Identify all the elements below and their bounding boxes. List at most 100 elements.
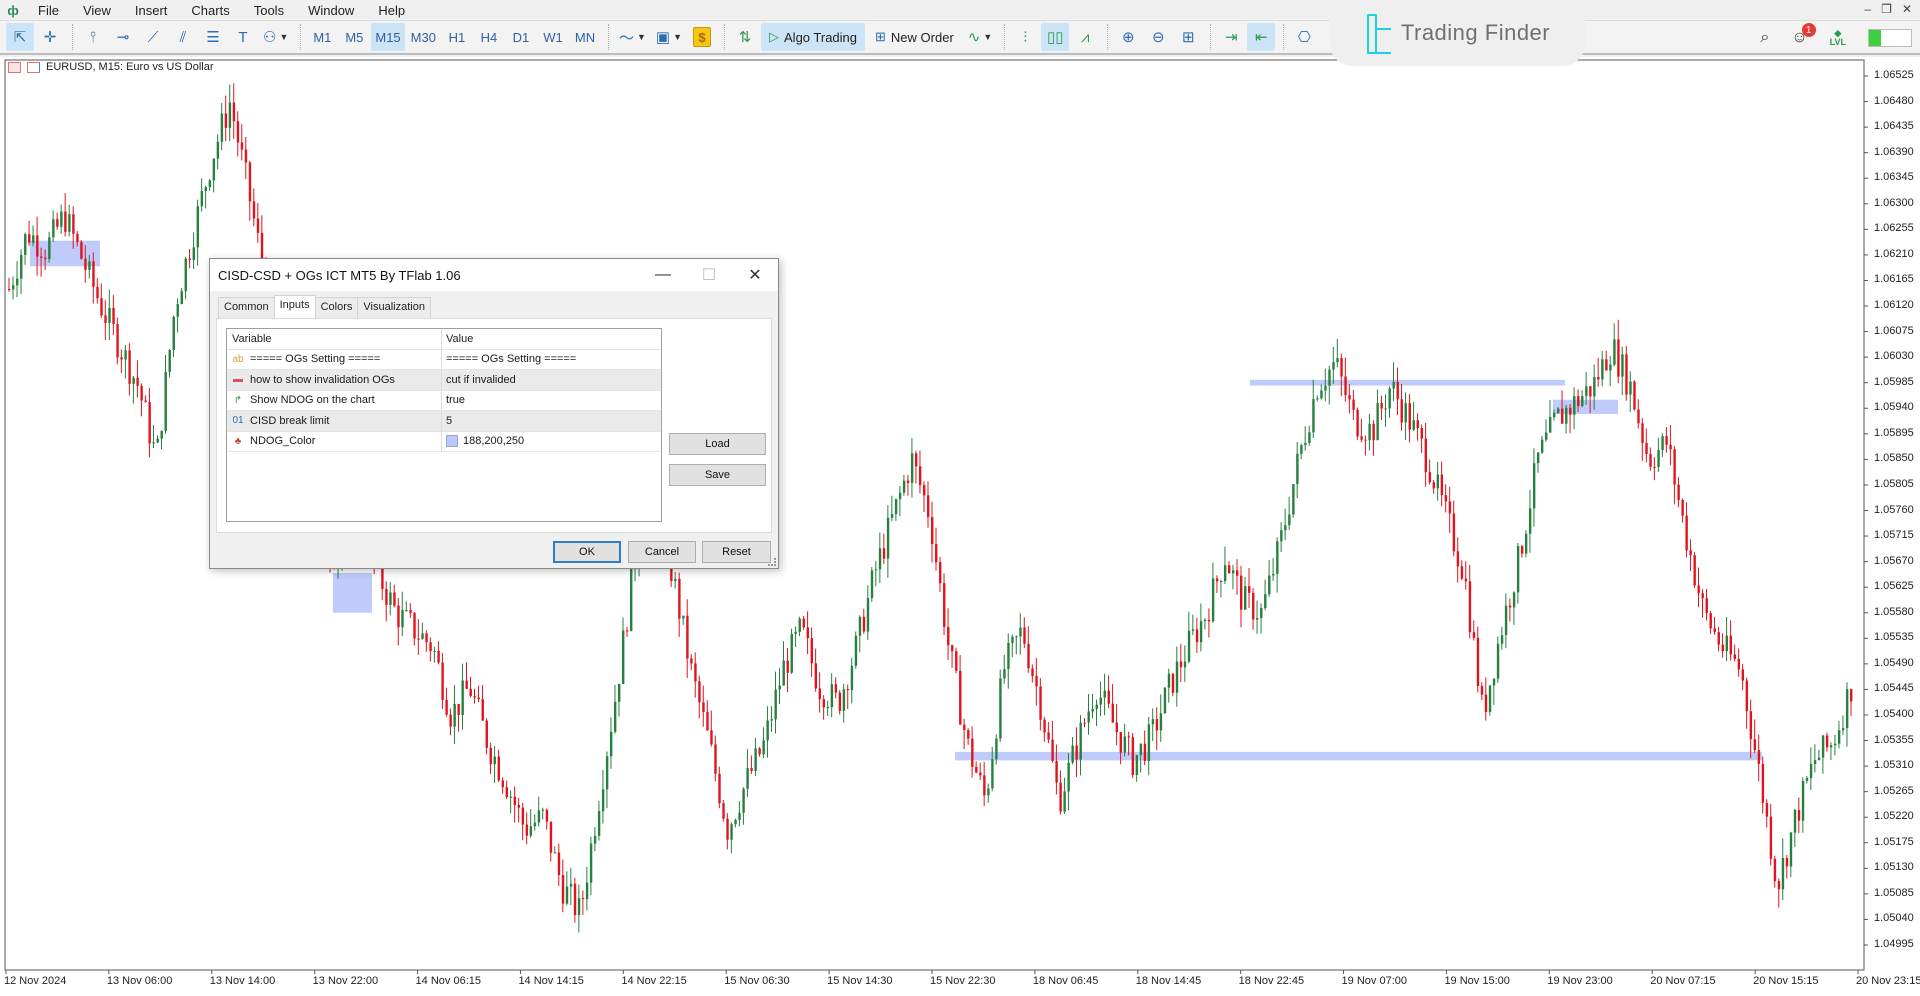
new-order-button[interactable]: ⊞ New Order <box>867 23 962 51</box>
level-indicator[interactable]: ◆ LVL <box>1830 29 1846 47</box>
bear-candle <box>1043 719 1046 733</box>
tab-inputs[interactable]: Inputs <box>273 295 316 318</box>
menu-file[interactable]: File <box>26 3 71 18</box>
bull-candle <box>874 569 878 571</box>
search-button[interactable]: ⌕ <box>1760 29 1769 47</box>
market-button[interactable]: $ <box>688 23 716 51</box>
variable-value[interactable]: 188,200,250 <box>463 435 524 447</box>
one-click-trading-button[interactable]: ⇅ <box>731 23 759 51</box>
bear-candle <box>136 377 139 386</box>
bull-candle <box>1103 690 1106 698</box>
bear-candle <box>951 645 954 652</box>
account-button[interactable]: ☺ 1 <box>1791 23 1816 47</box>
column-header-variable[interactable]: Variable <box>227 329 442 349</box>
channel-button[interactable]: ⫽ <box>169 23 197 51</box>
autoscroll-button[interactable]: ⇥ <box>1217 23 1245 51</box>
bull-candle <box>164 371 167 431</box>
bar-chart-button[interactable]: ⫶ <box>1011 23 1039 51</box>
resize-grip[interactable] <box>768 558 776 566</box>
table-row[interactable]: 01 CISD break limit 5 <box>227 411 661 432</box>
candlestick-chart-button[interactable]: ▯▯ <box>1041 23 1070 51</box>
table-row[interactable]: ↱ Show NDOG on the chart true <box>227 390 661 411</box>
bull-candle <box>565 886 569 904</box>
tile-windows-button[interactable]: ⊞ <box>1174 23 1202 51</box>
color-swatch[interactable] <box>446 435 458 448</box>
bear-candle <box>549 821 553 853</box>
table-row[interactable]: ♣ NDOG_Color 188,200,250 <box>227 431 661 452</box>
cursor-tool-button[interactable]: ⇱ <box>6 23 34 51</box>
tab-common[interactable]: Common <box>218 297 275 318</box>
bear-candle <box>914 453 918 467</box>
ok-button[interactable]: OK <box>553 541 621 563</box>
reset-button[interactable]: Reset <box>702 541 771 563</box>
variable-value[interactable]: 5 <box>446 415 452 427</box>
bull-candle <box>1183 661 1187 668</box>
one-click-panel-icon[interactable] <box>8 61 21 73</box>
algo-trading-button[interactable]: ▷ Algo Trading <box>761 23 866 51</box>
timeframe-h1[interactable]: H1 <box>442 23 472 51</box>
menu-tools[interactable]: Tools <box>242 3 296 18</box>
save-button[interactable]: Save <box>669 464 766 486</box>
bull-candle <box>1147 724 1151 761</box>
trendline-button[interactable]: ⟋ <box>139 23 167 51</box>
menu-charts[interactable]: Charts <box>179 3 241 18</box>
menu-help[interactable]: Help <box>366 3 417 18</box>
vertical-line-button[interactable]: ⫯ <box>79 23 107 51</box>
timeframe-m1[interactable]: M1 <box>307 23 337 51</box>
bear-candle <box>1749 711 1753 740</box>
zoom-out-button[interactable]: ⊖ <box>1144 23 1172 51</box>
timeframe-d1[interactable]: D1 <box>506 23 536 51</box>
dialog-close-button[interactable]: ✕ <box>732 265 778 285</box>
table-header: Variable Value <box>227 329 661 350</box>
column-header-value[interactable]: Value <box>442 329 661 349</box>
bear-candle <box>1131 737 1135 775</box>
timeframe-w1[interactable]: W1 <box>538 23 568 51</box>
indicators-dropdown-button[interactable]: 〜 ▼ <box>615 23 650 51</box>
bull-candle <box>1412 420 1415 430</box>
shapes-dropdown-button[interactable]: ⚇ ▼ <box>259 23 292 51</box>
fibonacci-button[interactable]: ☰ <box>199 23 227 51</box>
variable-value[interactable]: cut if invalided <box>446 374 516 386</box>
timeframe-m30[interactable]: M30 <box>407 23 440 51</box>
menu-view[interactable]: View <box>71 3 123 18</box>
timeframe-mn[interactable]: MN <box>570 23 600 51</box>
templates-dropdown-button[interactable]: ▣ ▼ <box>652 23 686 51</box>
bear-candle <box>1179 661 1183 668</box>
text-tool-button[interactable]: T <box>229 23 257 51</box>
table-row[interactable]: ▬ how to show invalidation OGs cut if inv… <box>227 370 661 391</box>
bull-candle <box>1063 791 1066 812</box>
tab-colors[interactable]: Colors <box>314 297 359 318</box>
bear-candle <box>1753 739 1757 751</box>
bull-candle <box>1135 755 1139 775</box>
bear-candle <box>1083 722 1086 724</box>
dialog-minimize-button[interactable]: — <box>640 266 686 284</box>
chart-shift-button[interactable]: ⇤ <box>1247 23 1276 51</box>
menu-window[interactable]: Window <box>296 3 366 18</box>
bear-candle <box>1215 578 1219 582</box>
tab-visualization[interactable]: Visualization <box>357 297 431 318</box>
indicator-icon[interactable] <box>27 61 40 73</box>
timeframe-h4[interactable]: H4 <box>474 23 504 51</box>
variable-value[interactable]: true <box>446 394 465 406</box>
signals-dropdown-button[interactable]: ∿ ▼ <box>964 23 997 51</box>
dialog-titlebar[interactable]: CISD-CSD + OGs ICT MT5 By TFlab 1.06 — ☐… <box>210 259 778 291</box>
screenshot-button[interactable]: ⎔ <box>1290 23 1318 51</box>
load-button[interactable]: Load <box>669 433 766 455</box>
menu-insert[interactable]: Insert <box>123 3 180 18</box>
timeframe-m15[interactable]: M15 <box>371 23 405 51</box>
timeframe-m5[interactable]: M5 <box>339 23 369 51</box>
minimize-window-button[interactable]: – <box>1864 2 1871 16</box>
crosshair-tool-button[interactable]: ✛ <box>36 23 64 51</box>
bear-candle <box>1428 472 1432 483</box>
cancel-button[interactable]: Cancel <box>628 541 696 563</box>
table-row[interactable]: ab ===== OGs Setting ===== ===== OGs Sett… <box>227 349 661 370</box>
line-chart-button[interactable]: ⩘ <box>1071 23 1099 51</box>
restore-window-button[interactable]: ❐ <box>1881 2 1892 16</box>
zoom-in-button[interactable]: ⊕ <box>1114 23 1142 51</box>
close-window-button[interactable]: ✕ <box>1902 2 1912 16</box>
signal-strength-toggle[interactable] <box>1868 29 1912 47</box>
bull-candle <box>1187 630 1191 662</box>
bear-candle <box>469 688 472 697</box>
horizontal-line-button[interactable]: ⊸ <box>109 23 137 51</box>
variable-value[interactable]: ===== OGs Setting ===== <box>446 353 576 365</box>
